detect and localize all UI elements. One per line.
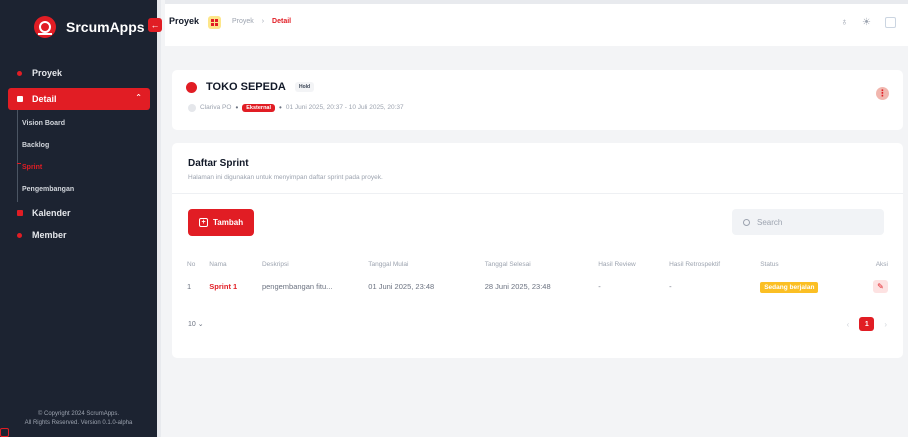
next-page-icon[interactable]: › <box>884 320 887 329</box>
cell-retro: - <box>669 281 672 291</box>
bell-icon[interactable]: ♁ <box>841 17 849 28</box>
project-name: TOKO SEPEDA <box>206 81 286 93</box>
edit-icon[interactable]: ✎ <box>873 279 888 293</box>
project-owner: Clariva PO <box>200 104 232 111</box>
sun-icon[interactable]: ☀ <box>862 17 871 28</box>
grid-icon <box>208 16 221 29</box>
laravel-icon <box>0 428 9 437</box>
sidebar: SrcumApps Proyek Detail ⌃ Vision Board B… <box>0 0 161 437</box>
search-icon <box>743 218 750 226</box>
section-title: Daftar Sprint <box>188 158 249 169</box>
column-header: Status <box>760 260 779 268</box>
sidebar-nav: Proyek Detail ⌃ Vision Board Backlog Spr… <box>8 62 150 246</box>
column-header: Nama <box>209 260 227 268</box>
chevron-up-icon: ⌃ <box>135 93 142 102</box>
section-subtitle: Halaman ini digunakan untuk menyimpan da… <box>188 174 383 181</box>
sidebar-subitem-backlog[interactable]: Backlog <box>18 134 150 156</box>
cell-status: Sedang berjalan <box>755 275 861 297</box>
more-options-button[interactable]: ⋮ <box>876 87 889 100</box>
breadcrumb-item[interactable]: Proyek <box>232 18 254 25</box>
status-badge: Sedang berjalan <box>760 281 819 293</box>
project-card: TOKO SEPEDA Hold Clariva PO • Eksternal … <box>172 70 903 130</box>
profile-icon[interactable] <box>885 17 896 28</box>
sidebar-item-label: Proyek <box>32 68 63 78</box>
sidebar-item-label: Detail <box>32 94 57 104</box>
copyright-line: © Copyright 2024 ScrumApps. <box>37 411 120 417</box>
search-box[interactable] <box>732 209 884 235</box>
project-type-badge: Eksternal <box>242 103 276 112</box>
cell-name[interactable]: Sprint 1 <box>204 275 257 297</box>
project-status-badge: Hold <box>295 82 315 92</box>
page-number-current[interactable]: 1 <box>859 317 875 331</box>
bullet: • <box>235 103 239 112</box>
calendar-icon <box>17 210 23 216</box>
sidebar-item-detail[interactable]: Detail ⌃ <box>8 88 150 110</box>
search-input[interactable] <box>757 217 867 227</box>
sidebar-item-member[interactable]: Member <box>8 224 150 246</box>
cell-end-date: 28 Juni 2025, 23:48 <box>484 281 551 291</box>
sidebar-item-proyek[interactable]: Proyek <box>8 62 150 84</box>
sidebar-subitem-vision-board[interactable]: Vision Board <box>18 112 150 134</box>
sidebar-subitem-pengembangan[interactable]: Pengembangan <box>18 178 150 200</box>
collapse-sidebar-button[interactable]: ← <box>148 18 162 32</box>
sprint-table: No Nama Deskripsi Tanggal Mulai Tanggal … <box>182 253 892 297</box>
chevron-down-icon: ⌄ <box>197 321 204 328</box>
per-page-select[interactable]: 10 ⌄ <box>188 320 204 328</box>
page-title: Proyek <box>169 16 200 26</box>
column-header: Tanggal Selesai <box>484 260 531 268</box>
bullet: • <box>279 103 282 112</box>
version-line: All Rights Reserved. Version 0.1.0-alpha <box>24 420 133 426</box>
add-button-label: Tambah <box>213 218 244 227</box>
project-meta: Clariva PO • Eksternal • 01 Juni 2025, 2… <box>188 103 404 112</box>
per-page-value: 10 <box>188 321 196 328</box>
brand[interactable]: SrcumApps <box>8 8 158 46</box>
sprint-card: Daftar Sprint Halaman ini digunakan untu… <box>172 143 903 358</box>
sidebar-item-label: Kalender <box>32 208 71 218</box>
user-icon <box>17 232 22 238</box>
column-header: Deskripsi <box>261 260 289 268</box>
breadcrumb: Proyek › Detail <box>232 18 291 25</box>
add-sprint-button[interactable]: + Tambah <box>188 209 254 236</box>
app-name: SrcumApps <box>66 19 145 35</box>
dot-icon <box>17 70 22 76</box>
divider <box>172 193 903 194</box>
table-header-row: No Nama Deskripsi Tanggal Mulai Tanggal … <box>182 253 892 275</box>
sidebar-item-label: Member <box>32 230 67 240</box>
column-header: Tanggal Mulai <box>368 260 409 268</box>
cell-description: pengembangan fitu... <box>261 281 333 291</box>
cell-action: ✎ <box>862 275 892 297</box>
column-header: Aksi <box>875 260 888 268</box>
plus-icon: + <box>199 218 208 227</box>
cell-review: - <box>598 281 601 291</box>
cell-no: 1 <box>187 281 192 291</box>
sidebar-item-kalender[interactable]: Kalender <box>8 202 150 224</box>
copyright: © Copyright 2024 ScrumApps. All Rights R… <box>0 410 157 428</box>
cell-start-date: 01 Juni 2025, 23:48 <box>368 281 435 291</box>
column-header: Hasil Review <box>598 260 636 268</box>
column-header: Hasil Retrospektif <box>669 260 721 268</box>
chevron-right-icon: › <box>261 18 265 25</box>
sidebar-subitem-sprint[interactable]: Sprint <box>17 156 150 178</box>
avatar <box>188 103 196 112</box>
pagination: ‹ 1 › <box>847 317 887 331</box>
prev-page-icon[interactable]: ‹ <box>847 320 850 329</box>
header-actions: ♁ ☀ <box>841 17 896 28</box>
column-header: No <box>187 260 196 268</box>
project-date-range: 01 Juni 2025, 20:37 - 10 Juli 2025, 20:3… <box>285 104 404 111</box>
breadcrumb-current: Detail <box>272 18 292 25</box>
project-logo-icon <box>186 82 197 93</box>
header: Proyek Proyek › Detail ♁ ☀ <box>165 0 908 46</box>
table-row[interactable]: 1 Sprint 1 pengembangan fitu... 01 Juni … <box>182 275 892 297</box>
logo-icon <box>34 16 56 38</box>
grid-icon <box>17 96 23 102</box>
detail-submenu: Vision Board Backlog Sprint Pengembangan <box>17 110 150 202</box>
